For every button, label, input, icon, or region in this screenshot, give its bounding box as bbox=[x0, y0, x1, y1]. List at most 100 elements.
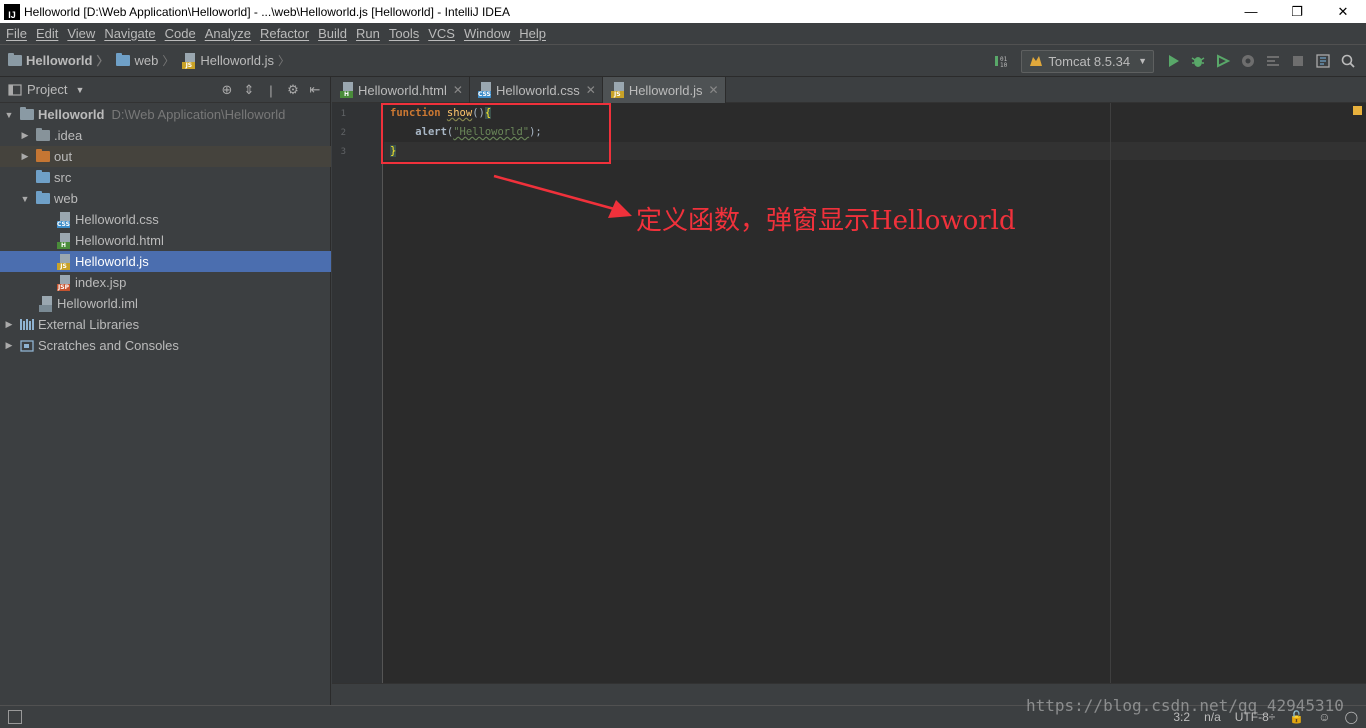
svg-text:10: 10 bbox=[1000, 62, 1008, 69]
web-folder-icon bbox=[116, 53, 131, 66]
tree-item-label: web bbox=[54, 191, 78, 206]
menu-edit[interactable]: Edit bbox=[32, 26, 62, 41]
inspection-warning-marker[interactable] bbox=[1353, 106, 1362, 115]
project-view-icon bbox=[8, 83, 22, 96]
menu-build[interactable]: Build bbox=[314, 26, 351, 41]
project-panel-header: Project ▼ ⊕ ⇕ | ⚙ ⇤ bbox=[0, 77, 330, 103]
tomcat-icon bbox=[1030, 56, 1043, 66]
menu-file[interactable]: File bbox=[2, 26, 31, 41]
menu-window[interactable]: Window bbox=[460, 26, 514, 41]
main-toolbar: 01 10 Tomcat 8.5.34 ▼ bbox=[988, 49, 1360, 73]
stop-icon[interactable] bbox=[1285, 50, 1310, 72]
tab-label: Helloworld.css bbox=[495, 82, 580, 98]
expanded-arrow-icon[interactable]: ▼ bbox=[4, 110, 14, 120]
html-file-icon: H bbox=[340, 82, 354, 98]
run-icon[interactable] bbox=[1160, 50, 1185, 72]
tree-item-web[interactable]: ▼ web bbox=[0, 188, 331, 209]
menu-refactor[interactable]: Refactor bbox=[256, 26, 313, 41]
gear-icon[interactable]: ⚙ bbox=[282, 80, 304, 100]
iml-file-icon bbox=[39, 295, 53, 312]
tree-item-label: index.jsp bbox=[75, 275, 127, 290]
tree-item-scratches[interactable]: ▶ Scratches and Consoles bbox=[0, 335, 331, 356]
libraries-icon bbox=[20, 319, 34, 330]
tree-item-label: out bbox=[54, 149, 73, 164]
coverage-icon[interactable] bbox=[1210, 50, 1235, 72]
line-number: 3 bbox=[340, 147, 346, 157]
title-bar: IJ Helloworld [D:\Web Application\Hellow… bbox=[0, 0, 1366, 23]
locate-file-icon[interactable]: ⊕ bbox=[216, 80, 238, 100]
editor-tab-bar: H Helloworld.html ✕ CSS Helloworld.css ✕… bbox=[332, 77, 1366, 103]
expanded-arrow-icon[interactable]: ▼ bbox=[20, 194, 30, 204]
editor-gutter[interactable]: 1 2 3 bbox=[332, 103, 383, 683]
code-editor[interactable]: 1 2 3 function show(){ alert("Helloworld… bbox=[332, 103, 1366, 683]
chevron-down-icon[interactable]: ▼ bbox=[75, 85, 84, 95]
tree-item-helloworld-js[interactable]: JS Helloworld.js bbox=[0, 251, 331, 272]
tree-item-label: Helloworld.js bbox=[75, 254, 149, 269]
tree-item-external-libraries[interactable]: ▶ External Libraries bbox=[0, 314, 331, 335]
tab-helloworld-html[interactable]: H Helloworld.html ✕ bbox=[332, 77, 470, 103]
collapsed-arrow-icon[interactable]: ▶ bbox=[20, 151, 30, 162]
debug-icon[interactable] bbox=[1185, 50, 1210, 72]
tab-helloworld-js[interactable]: JS Helloworld.js ✕ bbox=[602, 77, 726, 103]
menu-code[interactable]: Code bbox=[161, 26, 200, 41]
search-icon[interactable] bbox=[1335, 50, 1360, 72]
tool-windows-toggle-icon[interactable] bbox=[8, 710, 22, 724]
breadcrumb-project[interactable]: Helloworld 〉 bbox=[8, 52, 108, 69]
hide-panel-icon[interactable]: ⇤ bbox=[304, 80, 326, 100]
tree-item-helloworld-iml[interactable]: Helloworld.iml bbox=[0, 293, 331, 314]
line-number: 2 bbox=[340, 128, 346, 138]
menu-navigate[interactable]: Navigate bbox=[100, 26, 159, 41]
tree-item-helloworld[interactable]: ▼ Helloworld D:\Web Application\Hellowor… bbox=[0, 104, 331, 125]
collapse-all-icon[interactable]: ⇕ bbox=[238, 80, 260, 100]
restore-button[interactable]: ❐ bbox=[1274, 0, 1320, 23]
excluded-folder-icon bbox=[36, 149, 50, 162]
menu-tools[interactable]: Tools bbox=[385, 26, 423, 41]
breadcrumb-separator: 〉 bbox=[96, 54, 109, 68]
tree-item-helloworld-css[interactable]: CSS Helloworld.css bbox=[0, 209, 331, 230]
project-tool-window: Project ▼ ⊕ ⇕ | ⚙ ⇤ ▼ Helloworld D:\Web … bbox=[0, 77, 331, 705]
tree-item-label: .idea bbox=[54, 128, 83, 143]
breadcrumb-folder[interactable]: web 〉 bbox=[116, 52, 174, 69]
js-file-icon: JS bbox=[610, 82, 625, 98]
breadcrumb-project-label: Helloworld bbox=[26, 53, 93, 68]
build-icon[interactable]: 01 10 bbox=[988, 50, 1013, 72]
tree-item-label: Helloworld bbox=[38, 107, 105, 122]
menu-help[interactable]: Help bbox=[515, 26, 550, 41]
breadcrumb-separator: 〉 bbox=[278, 54, 291, 68]
project-path-hint: D:\Web Application\Helloworld bbox=[111, 107, 286, 122]
menu-run[interactable]: Run bbox=[352, 26, 384, 41]
menu-vcs[interactable]: VCS bbox=[424, 26, 459, 41]
menu-view[interactable]: View bbox=[63, 26, 99, 41]
collapsed-arrow-icon[interactable]: ▶ bbox=[4, 340, 14, 351]
source-folder-icon bbox=[36, 170, 50, 183]
menu-analyze[interactable]: Analyze bbox=[201, 26, 255, 41]
minimize-button[interactable]: — bbox=[1228, 0, 1274, 23]
breadcrumb-separator: 〉 bbox=[162, 54, 175, 68]
project-structure-icon[interactable] bbox=[1310, 50, 1335, 72]
close-tab-icon[interactable]: ✕ bbox=[586, 83, 596, 97]
project-view-label[interactable]: Project bbox=[27, 82, 67, 97]
right-margin-guide bbox=[1110, 103, 1111, 683]
profile-icon[interactable] bbox=[1235, 50, 1260, 72]
tree-item-src[interactable]: src bbox=[0, 167, 331, 188]
tree-item-idea[interactable]: ▶ .idea bbox=[0, 125, 331, 146]
close-button[interactable]: ✕ bbox=[1320, 0, 1366, 23]
run-configuration-select[interactable]: Tomcat 8.5.34 ▼ bbox=[1021, 49, 1154, 73]
tree-item-helloworld-html[interactable]: H Helloworld.html bbox=[0, 230, 331, 251]
tree-item-index-jsp[interactable]: JSP index.jsp bbox=[0, 272, 331, 293]
folder-icon bbox=[36, 128, 50, 141]
close-tab-icon[interactable]: ✕ bbox=[453, 83, 463, 97]
watermark: https://blog.csdn.net/qq_42945310 bbox=[1026, 696, 1344, 715]
tab-helloworld-css[interactable]: CSS Helloworld.css ✕ bbox=[470, 77, 603, 103]
annotation-arrow-icon bbox=[493, 174, 632, 218]
chevron-down-icon: ▼ bbox=[1138, 56, 1147, 66]
tree-item-out[interactable]: ▶ out bbox=[0, 146, 331, 167]
breadcrumb-file[interactable]: JS Helloworld.js 〉 bbox=[182, 52, 290, 69]
collapsed-arrow-icon[interactable]: ▶ bbox=[4, 319, 14, 330]
js-file-icon: JS bbox=[57, 253, 71, 270]
close-tab-icon[interactable]: ✕ bbox=[709, 83, 719, 97]
jsp-file-icon: JSP bbox=[57, 274, 71, 291]
event-log-icon[interactable]: ◯ bbox=[1345, 710, 1358, 724]
collapsed-arrow-icon[interactable]: ▶ bbox=[20, 130, 30, 141]
ant-icon[interactable] bbox=[1260, 50, 1285, 72]
